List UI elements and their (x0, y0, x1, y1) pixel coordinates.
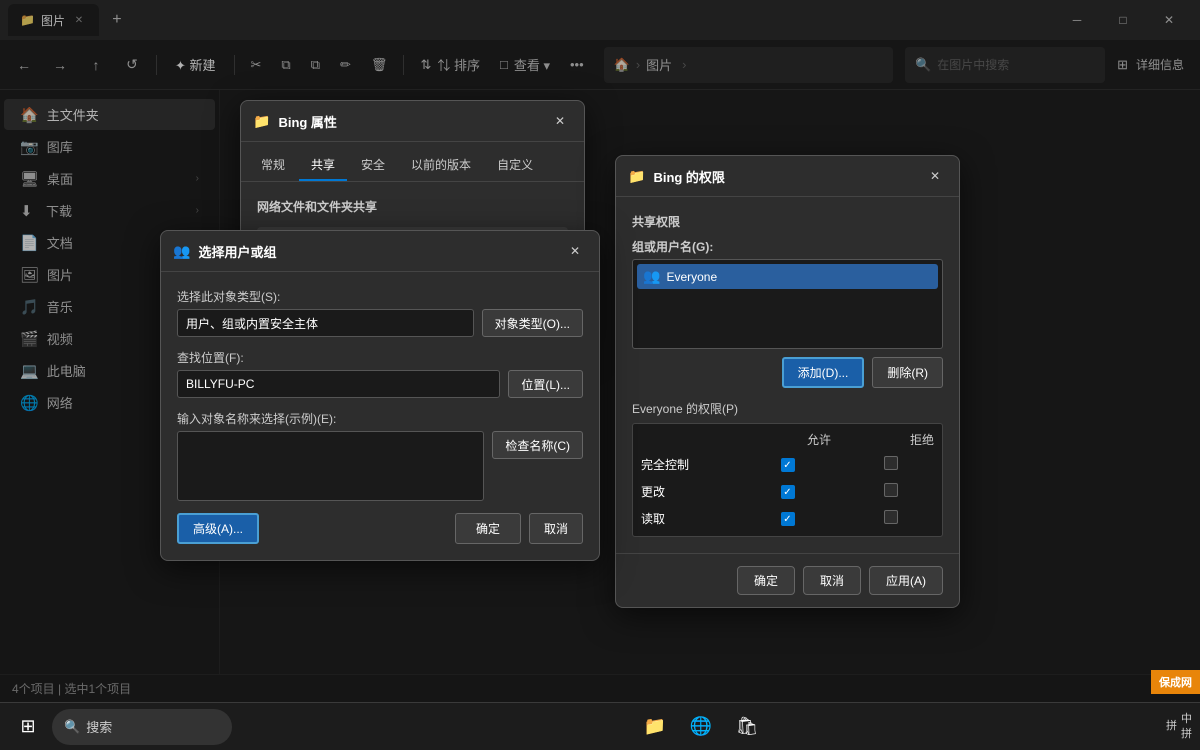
taskbar-time-top: 中 (1181, 712, 1192, 726)
col-deny-header: 拒绝 (839, 428, 942, 451)
group-label: 组或用户名(G): (632, 238, 943, 255)
col-allow-header: 允许 (736, 428, 839, 451)
bing-perms-title-bar: 📁 Bing 的权限 ✕ (616, 156, 959, 197)
select-user-ok-btn[interactable]: 确定 (455, 513, 521, 544)
tab-customize[interactable]: 自定义 (485, 150, 545, 181)
perms-table: 允许 拒绝 完全控制 ✓ 更改 ✓ (633, 428, 942, 532)
select-user-icon: 👥 (173, 243, 190, 260)
perm-deny-full[interactable] (839, 451, 942, 478)
checkbox-deny-full (884, 456, 898, 470)
user-list-box[interactable]: 👥 Everyone (632, 259, 943, 349)
location-input[interactable] (177, 370, 500, 398)
object-name-input-row: 检查名称(C) (177, 431, 583, 501)
select-user-ok-cancel: 确定 取消 (455, 513, 583, 544)
checkbox-allow-full: ✓ (781, 458, 795, 472)
bing-props-title: Bing 属性 (278, 112, 540, 131)
perm-allow-change[interactable]: ✓ (736, 478, 839, 505)
tab-general[interactable]: 常规 (249, 150, 297, 181)
perm-deny-change[interactable] (839, 478, 942, 505)
perm-allow-read[interactable]: ✓ (736, 505, 839, 532)
bing-props-title-bar: 📁 Bing 属性 ✕ (241, 101, 584, 142)
share-section-title: 网络文件和文件夹共享 (257, 198, 568, 215)
bing-perms-ok-btn[interactable]: 确定 (737, 566, 795, 595)
taskbar-search-icon: 🔍 (64, 719, 80, 735)
perms-btn-row: 添加(D)... 删除(R) (632, 357, 943, 388)
checkbox-deny-read (884, 510, 898, 524)
bing-props-tabs: 常规 共享 安全 以前的版本 自定义 (241, 142, 584, 182)
perm-name-full: 完全控制 (633, 451, 736, 478)
checkbox-deny-change (884, 483, 898, 497)
bing-perms-cancel-btn[interactable]: 取消 (803, 566, 861, 595)
tab-security[interactable]: 安全 (349, 150, 397, 181)
select-user-footer: 高级(A)... 确定 取消 (177, 513, 583, 544)
share-perms-label: 共享权限 (632, 213, 943, 230)
perm-name-change: 更改 (633, 478, 736, 505)
tab-share[interactable]: 共享 (299, 150, 347, 181)
taskbar-edge-icon[interactable]: 🌐 (681, 707, 721, 747)
location-input-row: 位置(L)... (177, 370, 583, 398)
perm-row-change: 更改 ✓ (633, 478, 942, 505)
object-type-btn[interactable]: 对象类型(O)... (482, 309, 583, 337)
perm-name-read: 读取 (633, 505, 736, 532)
select-user-title-bar: 👥 选择用户或组 ✕ (161, 231, 599, 272)
taskbar-right: 拼 中 拼 (1166, 712, 1192, 741)
dialog-bing-permissions: 📁 Bing 的权限 ✕ 共享权限 组或用户名(G): 👥 Everyone 添… (615, 155, 960, 608)
location-row: 查找位置(F): 位置(L)... (177, 349, 583, 398)
perm-allow-full[interactable]: ✓ (736, 451, 839, 478)
taskbar-search[interactable]: 🔍 搜索 (52, 709, 232, 745)
taskbar-time: 中 拼 (1181, 712, 1192, 741)
bing-props-close[interactable]: ✕ (548, 109, 572, 133)
object-name-textarea[interactable] (177, 431, 484, 501)
taskbar: ⊞ 🔍 搜索 📁 🌐 🛍 拼 中 拼 (0, 702, 1200, 750)
taskbar-search-label: 搜索 (86, 717, 112, 736)
perm-deny-read[interactable] (839, 505, 942, 532)
bing-props-title-icon: 📁 (253, 113, 270, 130)
user-everyone-label: Everyone (666, 270, 717, 284)
perms-table-body: 允许 拒绝 完全控制 ✓ 更改 ✓ (632, 423, 943, 537)
user-everyone-item[interactable]: 👥 Everyone (637, 264, 938, 289)
object-name-row: 输入对象名称来选择(示例)(E): 检查名称(C) (177, 410, 583, 501)
advanced-btn[interactable]: 高级(A)... (177, 513, 259, 544)
object-name-label: 输入对象名称来选择(示例)(E): (177, 410, 583, 427)
taskbar-explorer-icon[interactable]: 📁 (635, 707, 675, 747)
add-btn[interactable]: 添加(D)... (782, 357, 865, 388)
object-type-label: 选择此对象类型(S): (177, 288, 583, 305)
perm-row-read: 读取 ✓ (633, 505, 942, 532)
bing-perms-title: Bing 的权限 (653, 167, 915, 186)
col-perm-name (633, 428, 736, 451)
object-type-row: 选择此对象类型(S): 对象类型(O)... (177, 288, 583, 337)
user-icon: 👥 (643, 268, 660, 285)
bing-perms-icon: 📁 (628, 168, 645, 185)
bing-perms-close[interactable]: ✕ (923, 164, 947, 188)
remove-btn[interactable]: 删除(R) (872, 357, 943, 388)
bing-perms-footer: 确定 取消 应用(A) (616, 553, 959, 607)
taskbar-store-icon[interactable]: 🛍 (727, 707, 767, 747)
select-user-close[interactable]: ✕ (563, 239, 587, 263)
dialog-select-user: 👥 选择用户或组 ✕ 选择此对象类型(S): 对象类型(O)... 查找位置(F… (160, 230, 600, 561)
checkbox-allow-read: ✓ (781, 512, 795, 526)
watermark: 保成网 (1151, 670, 1200, 694)
check-name-btn[interactable]: 检查名称(C) (492, 431, 583, 459)
taskbar-time-bottom: 拼 (1181, 727, 1192, 741)
start-button[interactable]: ⊞ (8, 707, 48, 747)
checkbox-allow-change: ✓ (781, 485, 795, 499)
bing-perms-apply-btn[interactable]: 应用(A) (869, 566, 943, 595)
select-user-cancel-btn[interactable]: 取消 (529, 513, 583, 544)
object-type-input[interactable] (177, 309, 474, 337)
tab-previous-versions[interactable]: 以前的版本 (399, 150, 483, 181)
taskbar-lang[interactable]: 拼 (1166, 719, 1177, 733)
location-btn[interactable]: 位置(L)... (508, 370, 583, 398)
perms-label: Everyone 的权限(P) (632, 400, 943, 417)
bing-perms-body: 共享权限 组或用户名(G): 👥 Everyone 添加(D)... 删除(R)… (616, 197, 959, 553)
select-user-body: 选择此对象类型(S): 对象类型(O)... 查找位置(F): 位置(L)...… (161, 272, 599, 560)
select-user-title: 选择用户或组 (198, 242, 555, 261)
taskbar-center: 📁 🌐 🛍 (236, 707, 1166, 747)
perm-row-full-control: 完全控制 ✓ (633, 451, 942, 478)
object-type-input-row: 对象类型(O)... (177, 309, 583, 337)
location-label: 查找位置(F): (177, 349, 583, 366)
